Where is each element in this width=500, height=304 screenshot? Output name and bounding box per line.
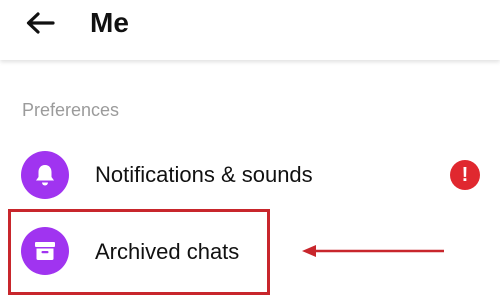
archived-chats-item[interactable]: Archived chats	[0, 220, 500, 284]
notifications-sounds-item[interactable]: Notifications & sounds !	[0, 143, 500, 207]
archive-box-icon	[21, 227, 69, 275]
section-label-preferences: Preferences	[22, 100, 120, 120]
archived-chats-label: Archived chats	[95, 239, 240, 264]
alert-badge: !	[450, 160, 480, 190]
notifications-sounds-label: Notifications & sounds	[95, 162, 313, 187]
back-button[interactable]	[20, 6, 60, 40]
bell-icon	[21, 151, 69, 199]
page-title: Me	[90, 7, 129, 38]
arrow-left-icon	[26, 12, 55, 34]
me-screen: Me Preferences Notifications & sounds ! …	[0, 0, 500, 304]
app-header: Me	[0, 0, 500, 60]
